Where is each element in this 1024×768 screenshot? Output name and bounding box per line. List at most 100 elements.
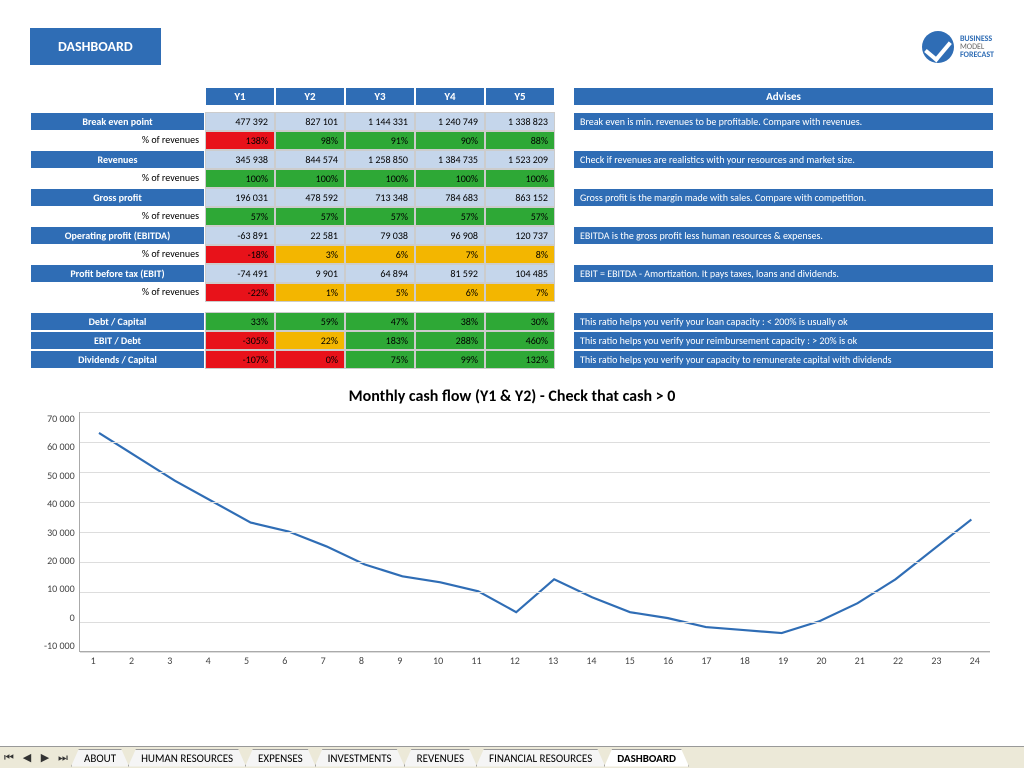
pct-cell: 100% [345, 169, 415, 188]
x-tick: 16 [649, 654, 687, 667]
x-tick: 15 [611, 654, 649, 667]
x-tick: 10 [419, 654, 457, 667]
col-header-Y1: Y1 [205, 87, 275, 106]
ratio-cell: 33% [205, 312, 275, 331]
sheet-tab-investments[interactable]: INVESTMENTS [315, 749, 405, 767]
x-tick: 13 [534, 654, 572, 667]
col-header-Y2: Y2 [275, 87, 345, 106]
x-tick: 24 [956, 654, 994, 667]
logo-line3: FORECAST [960, 51, 994, 59]
pct-cell: 91% [345, 131, 415, 150]
pct-cell: 6% [415, 283, 485, 302]
row-label: Break even point [30, 112, 205, 131]
kpi-cell: 9 901 [275, 264, 345, 283]
kpi-cell: 120 737 [485, 226, 555, 245]
kpi-cell: 345 938 [205, 150, 275, 169]
pct-cell: 6% [345, 245, 415, 264]
x-tick: 18 [726, 654, 764, 667]
pct-cell: 100% [205, 169, 275, 188]
pct-cell: 5% [345, 283, 415, 302]
y-tick: 40 000 [44, 497, 75, 510]
sheet-tab-human-resources[interactable]: HUMAN RESOURCES [128, 749, 246, 767]
sheet-tab-financial-resources[interactable]: FINANCIAL RESOURCES [476, 749, 605, 767]
kpi-cell: 196 031 [205, 188, 275, 207]
pct-label: % of revenues [30, 169, 205, 188]
kpi-cell: 64 894 [345, 264, 415, 283]
x-tick: 3 [151, 654, 189, 667]
advises-header: Advises [573, 87, 994, 106]
pct-cell: 7% [485, 283, 555, 302]
kpi-cell: 81 592 [415, 264, 485, 283]
kpi-cell: -74 491 [205, 264, 275, 283]
x-tick: 21 [841, 654, 879, 667]
chart-title: Monthly cash flow (Y1 & Y2) - Check that… [30, 387, 994, 406]
ratio-cell: 38% [415, 312, 485, 331]
kpi-cell: 104 485 [485, 264, 555, 283]
advice-cell: This ratio helps you verify your reimbur… [573, 331, 994, 350]
ratio-label: Debt / Capital [30, 312, 205, 331]
pct-cell: 88% [485, 131, 555, 150]
kpi-cell: 1 523 209 [485, 150, 555, 169]
y-tick: 0 [44, 611, 75, 624]
x-tick: 7 [304, 654, 342, 667]
advice-cell: EBIT = EBITDA - Amortization. It pays ta… [573, 264, 994, 283]
cashflow-chart: 70 00060 00050 00040 00030 00020 00010 0… [30, 412, 994, 652]
tab-nav-next-icon[interactable]: ▶ [37, 750, 53, 766]
advice-cell: This ratio helps you verify your capacit… [573, 350, 994, 369]
advice-cell: EBITDA is the gross profit less human re… [573, 226, 994, 245]
pct-cell: -22% [205, 283, 275, 302]
advice-cell: Gross profit is the margin made with sal… [573, 188, 994, 207]
ratio-cell: 460% [485, 331, 555, 350]
advice-cell: This ratio helps you verify your loan ca… [573, 312, 994, 331]
x-tick: 22 [879, 654, 917, 667]
x-tick: 11 [457, 654, 495, 667]
kpi-cell: 1 258 850 [345, 150, 415, 169]
sheet-tab-dashboard[interactable]: DASHBOARD [604, 749, 689, 767]
kpi-cell: 79 038 [345, 226, 415, 245]
ratio-cell: 75% [345, 350, 415, 369]
page-title: DASHBOARD [30, 28, 161, 65]
y-tick: 70 000 [44, 412, 75, 425]
tab-nav-first-icon[interactable]: ⏮ [1, 750, 17, 766]
pct-cell: 100% [275, 169, 345, 188]
col-header-Y4: Y4 [415, 87, 485, 106]
ratio-cell: 183% [345, 331, 415, 350]
kpi-cell: 96 908 [415, 226, 485, 245]
kpi-cell: 827 101 [275, 112, 345, 131]
kpi-cell: -63 891 [205, 226, 275, 245]
tab-nav-last-icon[interactable]: ⏭ [55, 750, 71, 766]
col-header-Y3: Y3 [345, 87, 415, 106]
x-tick: 6 [266, 654, 304, 667]
y-tick: 60 000 [44, 440, 75, 453]
tab-nav-prev-icon[interactable]: ◀ [19, 750, 35, 766]
x-tick: 12 [496, 654, 534, 667]
sheet-tab-revenues[interactable]: REVENUES [404, 749, 477, 767]
ratio-cell: 30% [485, 312, 555, 331]
blank [30, 87, 205, 106]
ratio-cell: 47% [345, 312, 415, 331]
y-tick: 50 000 [44, 469, 75, 482]
x-tick: 23 [917, 654, 955, 667]
x-tick: 2 [112, 654, 150, 667]
kpi-cell: 1 384 735 [415, 150, 485, 169]
sheet-tab-about[interactable]: ABOUT [71, 749, 129, 767]
kpi-cell: 863 152 [485, 188, 555, 207]
pct-cell: 100% [485, 169, 555, 188]
row-label: Gross profit [30, 188, 205, 207]
kpi-cell: 1 338 823 [485, 112, 555, 131]
ratio-label: EBIT / Debt [30, 331, 205, 350]
ratio-cell: 22% [275, 331, 345, 350]
pct-cell: 90% [415, 131, 485, 150]
row-label: Profit before tax (EBIT) [30, 264, 205, 283]
kpi-cell: 713 348 [345, 188, 415, 207]
blank [555, 87, 573, 106]
sheet-tab-expenses[interactable]: EXPENSES [245, 749, 316, 767]
kpi-cell: 1 240 749 [415, 112, 485, 131]
y-tick: 30 000 [44, 526, 75, 539]
ratio-label: Dividends / Capital [30, 350, 205, 369]
pct-label: % of revenues [30, 207, 205, 226]
x-tick: 14 [572, 654, 610, 667]
pct-cell: -18% [205, 245, 275, 264]
pct-cell: 57% [485, 207, 555, 226]
pct-cell: 57% [275, 207, 345, 226]
